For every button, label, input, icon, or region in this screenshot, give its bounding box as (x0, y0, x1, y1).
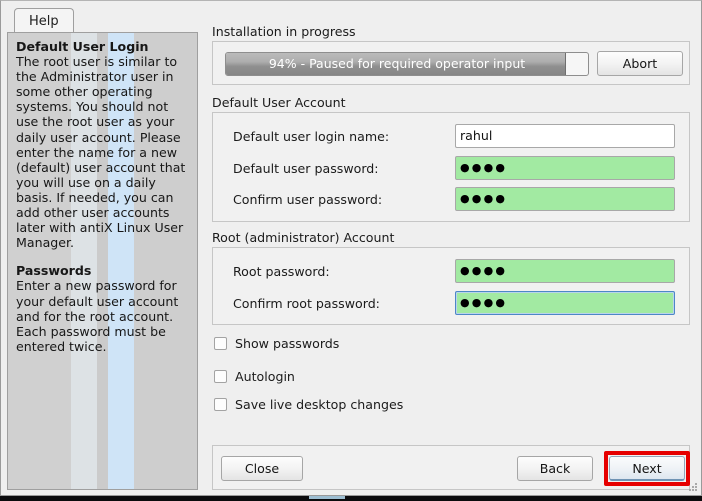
autologin-checkbox[interactable] (214, 370, 227, 383)
help-body-default-user-login: The root user is similar to the Administ… (16, 54, 186, 251)
close-button[interactable]: Close (221, 456, 303, 481)
next-button[interactable]: Next (609, 456, 685, 481)
help-paragraph-gap (16, 250, 191, 263)
confirm-user-password-input[interactable]: ●●●● (455, 187, 675, 211)
root-account-label: Root (administrator) Account (212, 230, 395, 245)
confirm-root-password-label: Confirm root password: (233, 296, 380, 311)
help-tab-row: Help (7, 8, 198, 33)
show-passwords-checkbox[interactable] (214, 337, 227, 350)
taskbar-active-window-indicator[interactable] (309, 496, 345, 499)
tab-help[interactable]: Help (14, 8, 74, 33)
confirm-user-password-label: Confirm user password: (233, 192, 383, 207)
help-pane: Help Default User Login The root user is… (7, 8, 198, 490)
root-password-input[interactable]: ●●●● (455, 259, 675, 283)
footer-button-bar: Close Back Next (212, 445, 690, 490)
installation-progress-label: Installation in progress (212, 24, 356, 39)
content-pane: Installation in progress 94% - Paused fo… (206, 8, 696, 490)
default-user-login-name-input[interactable]: rahul (455, 124, 675, 148)
installation-progress-bar: 94% - Paused for required operator input (225, 52, 589, 76)
save-live-desktop-changes-checkbox[interactable] (214, 398, 227, 411)
resize-grip[interactable] (688, 482, 698, 492)
back-button[interactable]: Back (517, 456, 593, 481)
desktop-taskbar[interactable] (0, 496, 702, 501)
help-text: Default User Login The root user is simi… (16, 39, 191, 354)
help-text-area[interactable]: Default User Login The root user is simi… (7, 32, 198, 490)
show-passwords-label: Show passwords (235, 336, 340, 351)
save-live-desktop-changes-label: Save live desktop changes (235, 397, 404, 412)
progress-group: 94% - Paused for required operator input… (212, 41, 690, 85)
installer-window: Help Default User Login The root user is… (0, 0, 702, 496)
default-user-password-input[interactable]: ●●●● (455, 156, 675, 180)
default-user-account-label: Default User Account (212, 95, 346, 110)
default-user-login-name-label: Default user login name: (233, 129, 390, 144)
root-account-group: Root password: ●●●● Confirm root passwor… (212, 247, 690, 325)
autologin-label: Autologin (235, 369, 295, 384)
default-user-account-group: Default user login name: rahul Default u… (212, 112, 690, 222)
root-password-label: Root password: (233, 264, 330, 279)
confirm-root-password-input[interactable]: ●●●● (455, 291, 675, 315)
abort-button[interactable]: Abort (597, 51, 683, 76)
default-user-password-label: Default user password: (233, 161, 379, 176)
help-heading-passwords: Passwords (16, 263, 92, 279)
help-heading-default-user-login: Default User Login (16, 39, 149, 54)
progress-bar-text: 94% - Paused for required operator input (268, 56, 526, 71)
help-body-passwords: Enter a new password for your default us… (16, 278, 179, 354)
